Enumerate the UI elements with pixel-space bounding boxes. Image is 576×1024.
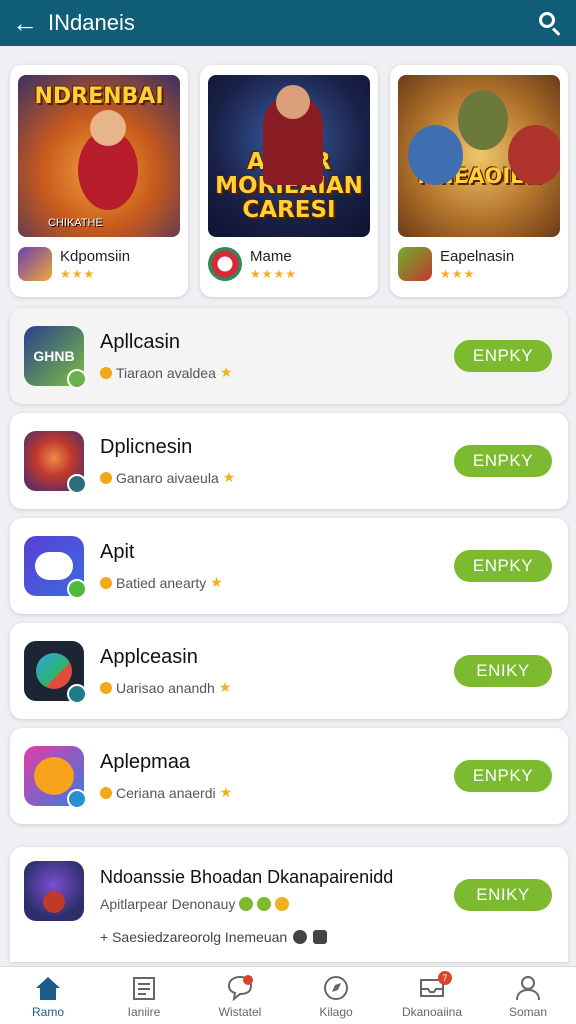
search-icon[interactable] <box>536 9 564 37</box>
app-bar: ← INdaneis <box>0 0 576 46</box>
home-icon <box>36 977 60 1000</box>
nav-label: Ramo <box>31 1005 64 1019</box>
featured-card[interactable]: NDRENBAI CHIKATHE Kdpomsiin ★★★ <box>10 65 188 297</box>
compass-icon <box>324 976 348 1000</box>
pie-icon <box>293 930 308 944</box>
game-icon <box>398 247 432 281</box>
app-subtitle: Apitlarpear Denonauy <box>100 896 236 912</box>
featured-banner: NDRENBAI CHIKATHE <box>18 75 180 237</box>
coin-icon <box>100 576 112 589</box>
coin-icon <box>100 786 112 799</box>
game-icon <box>18 247 52 281</box>
game-icon <box>208 247 242 281</box>
featured-name: Mame <box>250 247 292 265</box>
nav-label: Kilago <box>319 1005 353 1019</box>
featured-card[interactable]: AJPMR MORIEAIAN CARESI Mame ★★★★ <box>200 65 378 297</box>
enjoy-button[interactable]: ENIKY <box>454 655 552 687</box>
app-name: Dplicnesin <box>100 436 193 458</box>
app-list: GHNB Apllcasin Tiaraon avaldea ★ ENPKY Dp… <box>10 308 568 833</box>
profile-icon <box>516 976 540 1001</box>
coin-icon <box>100 366 112 379</box>
emoji-icon <box>239 897 254 911</box>
featured-name: Eapelnasin <box>440 247 515 265</box>
emoji-icon <box>257 897 272 911</box>
featured-carousel: NDRENBAI CHIKATHE Kdpomsiin ★★★ AJPMR MO… <box>10 65 568 297</box>
nav-label: Soman <box>508 1005 548 1019</box>
nav-item-kilago[interactable]: Kilago <box>288 967 384 1024</box>
star-icon: ★ <box>222 469 236 485</box>
star-rating: ★★★ <box>440 266 476 281</box>
enjoy-button[interactable]: ENPKY <box>454 760 552 792</box>
app-name: Aplepmaa <box>100 751 191 773</box>
chat-icon <box>227 975 253 1001</box>
app-icon <box>24 641 87 704</box>
star-rating: ★★★★ <box>250 266 298 281</box>
list-item[interactable]: Dplicnesin Ganaro aivaeula ★ ENPKY <box>10 413 568 509</box>
nav-item-soman[interactable]: Soman <box>480 967 576 1024</box>
app-icon: GHNB <box>24 326 87 389</box>
nav-item-dkanoaiina[interactable]: 7 Dkanoaiina <box>384 967 480 1024</box>
nav-item-wistatel[interactable]: Wistatel <box>192 967 288 1024</box>
featured-card[interactable]: MIIEAOIER Eapelnasin ★★★ <box>390 65 568 297</box>
banner-title: NDRENBAI <box>34 84 164 109</box>
app-icon <box>24 431 87 494</box>
tag-icon <box>313 930 328 944</box>
featured-name: Kdpomsiin <box>60 247 131 265</box>
star-icon: ★ <box>219 784 233 800</box>
emoji-icon <box>275 897 290 911</box>
app-subtitle: Batied anearty <box>116 574 207 591</box>
star-rating: ★★★ <box>60 266 96 281</box>
notification-badge: 7 <box>438 971 452 985</box>
app-name: Ndoanssie Bhoadan Dkanapairenidd <box>100 867 394 887</box>
featured-banner: AJPMR MORIEAIAN CARESI <box>208 75 370 237</box>
list-item[interactable]: Apit Batied anearty ★ ENPKY <box>10 518 568 614</box>
app-subtitle: Uarisao anandh <box>116 679 215 696</box>
app-subtitle: Ceriana anaerdi <box>116 784 216 801</box>
list-item[interactable]: Aplepmaa Ceriana anaerdi ★ ENPKY <box>10 728 568 824</box>
list-item-large[interactable]: Ndoanssie Bhoadan Dkanapairenidd Apitlar… <box>10 847 568 962</box>
coin-icon <box>100 471 112 484</box>
page-title: INdaneis <box>48 10 135 35</box>
arrow-left-icon[interactable]: ← <box>12 10 40 36</box>
enjoy-button[interactable]: ENPKY <box>454 340 552 372</box>
app-name: Apllcasin <box>100 331 181 353</box>
bottom-nav: Ramo Ianiire Wistatel Kilago 7 Dkanoaiin… <box>0 966 576 1024</box>
nav-item-ianiire[interactable]: Ianiire <box>96 967 192 1024</box>
banner-subtitle: CHIKATHE <box>48 217 103 229</box>
star-icon: ★ <box>218 679 232 695</box>
nav-label: Wistatel <box>218 1005 262 1019</box>
chat-app-icon <box>24 536 87 599</box>
app-icon <box>24 746 87 809</box>
nav-label: Ianiire <box>127 1005 161 1019</box>
app-icon <box>24 861 84 921</box>
enjoy-button[interactable]: ENPKY <box>454 550 552 582</box>
list-item[interactable]: Applceasin Uarisao anandh ★ ENIKY <box>10 623 568 719</box>
coin-icon <box>100 681 112 694</box>
star-icon: ★ <box>210 574 223 590</box>
enjoy-button[interactable]: ENIKY <box>454 879 552 911</box>
app-name: Applceasin <box>100 646 198 668</box>
app-subtitle: Tiaraon avaldea <box>116 364 216 381</box>
nav-label: Dkanoaiina <box>401 1005 463 1019</box>
app-name: Apit <box>100 541 135 563</box>
enjoy-button[interactable]: ENPKY <box>454 445 552 477</box>
star-icon: ★ <box>219 364 233 380</box>
inbox-icon: 7 <box>418 971 452 1001</box>
nav-item-ramo[interactable]: Ramo <box>0 967 96 1024</box>
app-meta: + Saesiedzareorolg Inemeuan <box>100 929 288 945</box>
app-subtitle: Ganaro aivaeula <box>116 469 219 486</box>
featured-banner: MIIEAOIER <box>398 75 560 237</box>
document-icon <box>133 977 155 1000</box>
list-item[interactable]: GHNB Apllcasin Tiaraon avaldea ★ ENPKY <box>10 308 568 404</box>
